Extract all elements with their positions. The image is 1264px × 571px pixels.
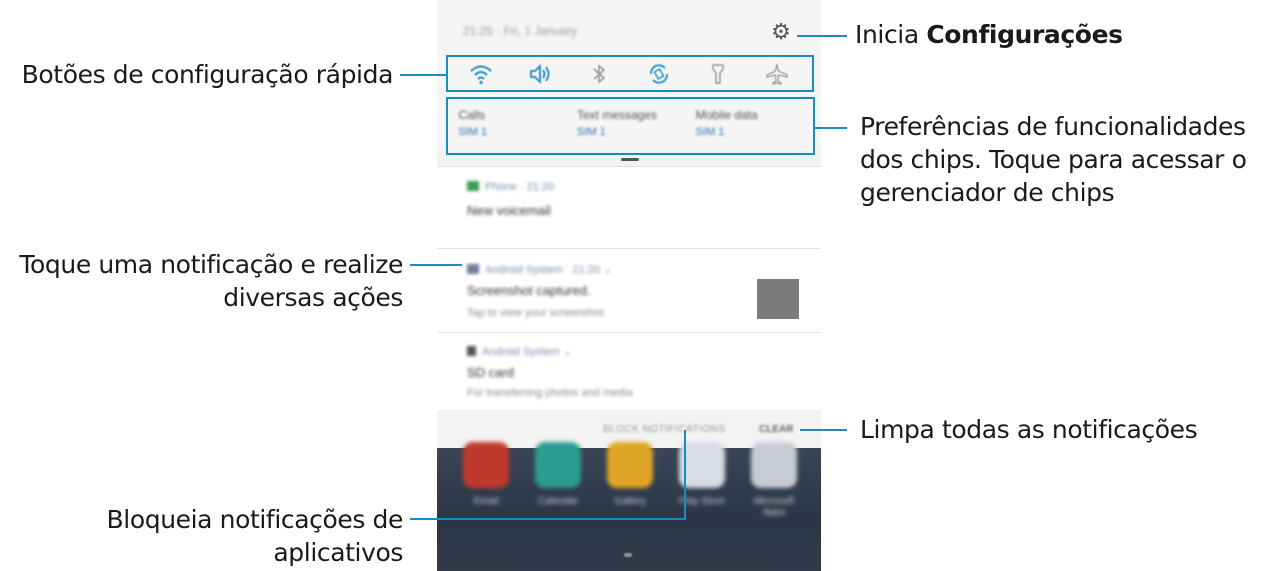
callout-line-quick-buttons xyxy=(400,74,446,76)
home-app-label: Gallery xyxy=(614,496,646,507)
status-bar-date: 21:25 · Fri, 1 January xyxy=(463,24,578,38)
callout-line-notification xyxy=(410,264,462,266)
clear-button[interactable]: CLEAR xyxy=(759,424,793,435)
notification-app-label: Phone · 21:20 xyxy=(467,181,554,193)
notification-card-screenshot[interactable]: Android System · 21:20 ⌄ Screenshot capt… xyxy=(437,248,821,332)
home-app-label: Email xyxy=(473,496,499,507)
callout-sim-line-2: dos chips. Toque para acessar o xyxy=(860,145,1247,174)
callout-line-block-v xyxy=(684,430,686,520)
notification-card-phone[interactable]: Phone · 21:20 New voicemail xyxy=(437,166,821,248)
notification-app-name: Android System ⌄ xyxy=(482,346,572,358)
notification-card-sd-card[interactable]: Android System ⌄ SD card For transferrin… xyxy=(437,332,821,410)
notification-title: SD card xyxy=(467,365,514,380)
callout-sim-line-1: Preferências de funcionalidades xyxy=(860,112,1246,141)
callout-block-line-1: Bloqueia notificações de xyxy=(106,505,404,534)
sim-prefs-highlight xyxy=(446,97,815,155)
notification-title: Screenshot captured. xyxy=(467,283,591,298)
home-app-microsoft[interactable]: Microsoft Apps xyxy=(747,442,801,518)
callout-clear-all: Limpa todas as notificações xyxy=(860,415,1198,444)
notification-app-label: Android System ⌄ xyxy=(467,345,572,358)
phone-app-icon xyxy=(467,181,479,191)
panel-drag-handle[interactable] xyxy=(621,158,639,161)
home-app-email[interactable]: Email xyxy=(459,442,513,507)
notification-app-label: Android System · 21:20 ⌄ xyxy=(467,263,612,276)
callout-notification: Toque uma notificação e realize diversas… xyxy=(0,248,403,314)
notification-subtitle: For transferring photos and media xyxy=(467,387,633,399)
gear-icon[interactable]: ⚙ xyxy=(767,18,795,46)
notification-app-name: Phone · 21:20 xyxy=(485,181,555,193)
callout-sim-line-3: gerenciador de chips xyxy=(860,178,1115,207)
home-screen-background: Email Calendar Gallery Play Store Micros… xyxy=(437,442,821,571)
callout-sim-preferences: Preferências de funcionalidades dos chip… xyxy=(860,110,1260,209)
microsoft-apps-icon xyxy=(751,442,797,488)
notification-app-name: Android System · 21:20 ⌄ xyxy=(485,264,613,276)
callout-line-settings xyxy=(797,35,847,37)
home-app-calendar[interactable]: Calendar xyxy=(531,442,585,507)
home-app-label: Microsoft Apps xyxy=(753,496,795,518)
callout-notification-line-2: diversas ações xyxy=(223,283,403,312)
callout-settings: Inicia Configurações xyxy=(855,18,1123,51)
callout-quick-buttons: Botões de configuração rápida xyxy=(21,60,394,89)
callout-settings-prefix: Inicia xyxy=(855,20,927,49)
callout-line-block-h xyxy=(410,518,685,520)
callout-settings-bold: Configurações xyxy=(926,20,1123,49)
notification-title: New voicemail xyxy=(467,203,551,218)
callout-block-line-2: aplicativos xyxy=(273,538,403,567)
screenshot-thumbnail[interactable] xyxy=(757,279,799,319)
callout-notification-line-1: Toque uma notificação e realize xyxy=(19,250,403,279)
home-app-label: Calendar xyxy=(537,496,579,507)
email-icon xyxy=(463,442,509,488)
home-app-gallery[interactable]: Gallery xyxy=(603,442,657,507)
calendar-icon xyxy=(535,442,581,488)
callout-block: Bloqueia notificações de aplicativos xyxy=(0,503,404,569)
block-notifications-button[interactable]: BLOCK NOTIFICATIONS xyxy=(603,424,726,435)
callout-line-sim xyxy=(815,127,847,129)
notification-subtitle: Tap to view your screenshot. xyxy=(467,307,607,319)
gallery-icon xyxy=(607,442,653,488)
image-icon xyxy=(467,264,479,274)
callout-line-clear xyxy=(800,429,847,431)
quick-buttons-highlight xyxy=(446,55,814,92)
page-indicator xyxy=(624,553,632,557)
sd-card-icon xyxy=(467,346,476,356)
